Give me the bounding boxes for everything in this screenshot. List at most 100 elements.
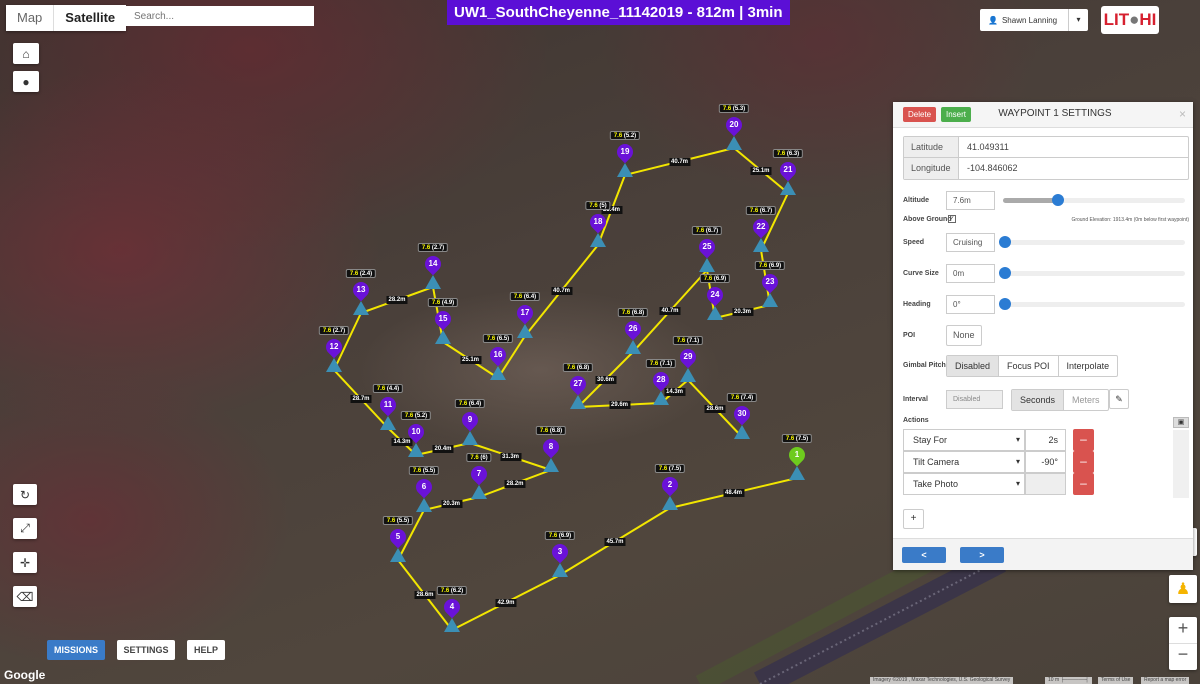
- map-type-satellite[interactable]: Satellite: [54, 5, 126, 31]
- move-button[interactable]: ✛: [13, 552, 37, 573]
- waypoint-ground-height: (5): [597, 203, 607, 209]
- waypoint-altitude-label: 7.6 (6.7): [745, 206, 777, 215]
- settings-button[interactable]: SETTINGS: [117, 640, 175, 660]
- previous-waypoint-button[interactable]: <: [902, 547, 946, 563]
- segment-distance-label: 20.4m: [432, 445, 454, 453]
- action-row: Tilt Camera-90°–: [903, 451, 1094, 473]
- waypoint-altitude-label: 7.6 (7.1): [645, 359, 677, 368]
- waypoint-ground-height: (6): [478, 455, 488, 461]
- waypoint-ground-height: (6.7): [758, 208, 773, 214]
- zoom-in-button[interactable]: +: [1169, 618, 1197, 644]
- scale-label: 10 m: [1048, 677, 1060, 683]
- gimbal-pitch-label: Gimbal Pitch: [903, 362, 946, 369]
- add-action-button[interactable]: +: [903, 509, 924, 529]
- speed-slider[interactable]: [999, 236, 1185, 248]
- interval-seconds-option[interactable]: Seconds: [1012, 390, 1065, 410]
- terms-link[interactable]: Terms of Use: [1098, 677, 1134, 684]
- map-type-map[interactable]: Map: [6, 5, 55, 31]
- drone-icon: [707, 306, 723, 320]
- action-value-input[interactable]: [1025, 473, 1066, 495]
- altitude-slider[interactable]: [1003, 194, 1185, 206]
- drone-icon: [543, 458, 559, 472]
- action-type-select[interactable]: Tilt Camera: [903, 451, 1025, 473]
- heading-slider[interactable]: [999, 298, 1185, 310]
- drone-icon: [462, 431, 478, 445]
- waypoint-altitude-label: 7.6 (2.7): [417, 243, 449, 252]
- gimbal-disabled-option[interactable]: Disabled: [947, 356, 1000, 376]
- interval-meters-option[interactable]: Meters: [1064, 390, 1108, 410]
- rotate-icon: ↻: [19, 487, 31, 502]
- litchi-logo[interactable]: LIT ● HI: [1101, 6, 1159, 34]
- segment-distance-label: 20.3m: [440, 499, 463, 508]
- remove-action-button[interactable]: –: [1073, 473, 1094, 495]
- waypoint-ground-height: (6.4): [467, 401, 482, 407]
- segment-distance-label: 48.4m: [722, 489, 745, 497]
- close-icon[interactable]: ×: [1179, 107, 1186, 121]
- altitude-input[interactable]: 7.6m: [946, 191, 995, 210]
- action-value-input[interactable]: 2s: [1025, 429, 1066, 451]
- altitude-slider-handle[interactable]: [1051, 194, 1064, 206]
- action-type-select[interactable]: Take Photo: [903, 473, 1025, 495]
- waypoint-altitude-label: 7.6 (6.4): [509, 292, 541, 301]
- user-dropdown-caret-icon[interactable]: ▾: [1068, 9, 1088, 31]
- waypoint-number: 17: [520, 308, 530, 317]
- image-icon[interactable]: ▣: [1173, 417, 1189, 428]
- remove-action-button[interactable]: –: [1073, 429, 1094, 451]
- waypoint-altitude-label: 7.6 (6.7): [691, 226, 723, 235]
- zoom-out-button[interactable]: −: [1178, 644, 1189, 670]
- rotate-button[interactable]: ↻: [13, 484, 37, 505]
- drone-icon: [552, 563, 568, 577]
- home-button[interactable]: ⌂: [13, 43, 39, 64]
- action-value-input[interactable]: -90°: [1025, 451, 1066, 473]
- eraser-button[interactable]: ⌫: [13, 586, 37, 607]
- globe-button[interactable]: ●: [13, 71, 39, 92]
- speed-input[interactable]: Cruising: [946, 233, 995, 252]
- curve-size-input[interactable]: 0m: [946, 264, 995, 283]
- zoom-control: + −: [1169, 617, 1197, 670]
- drone-icon: [570, 395, 586, 409]
- waypoint-number: 2: [667, 480, 673, 489]
- search-input[interactable]: [126, 6, 314, 26]
- waypoint-altitude-label: 7.6 (7.1): [672, 336, 704, 345]
- drone-icon: [625, 340, 641, 354]
- pegman-button[interactable]: ♟: [1169, 575, 1197, 603]
- curve-size-slider[interactable]: [999, 267, 1185, 279]
- heading-input[interactable]: 0°: [946, 295, 995, 314]
- waypoint-ground-height: (6.8): [575, 365, 590, 371]
- drone-icon: [762, 293, 778, 307]
- edit-interval-button[interactable]: ✎: [1109, 389, 1129, 409]
- map-type-toggle: Map Satellite: [6, 5, 127, 31]
- waypoint-altitude-label: 7.6 (4.4): [372, 384, 404, 393]
- latitude-label: Latitude: [904, 137, 959, 157]
- report-map-error-link[interactable]: Report a map error: [1141, 677, 1190, 684]
- actions-scrollbar[interactable]: [1173, 430, 1189, 498]
- gimbal-interpolate-option[interactable]: Interpolate: [1059, 356, 1118, 376]
- waypoint-number: 20: [729, 120, 739, 129]
- segment-distance-label: 45.7m: [604, 537, 626, 546]
- help-button[interactable]: HELP: [187, 640, 225, 660]
- speed-slider-handle[interactable]: [999, 236, 1011, 248]
- remove-action-button[interactable]: –: [1073, 451, 1094, 473]
- waypoint-altitude-label: 7.6 (7.5): [654, 464, 686, 473]
- action-type-select[interactable]: Stay For: [903, 429, 1025, 451]
- expand-button[interactable]: ⤢: [13, 518, 37, 539]
- interval-input[interactable]: Disabled: [946, 390, 1003, 409]
- user-menu[interactable]: 👤 Shawn Lanning ▾: [980, 9, 1088, 31]
- latitude-input[interactable]: 41.049311: [959, 137, 1009, 157]
- waypoint-ground-height: (5.2): [622, 133, 637, 139]
- curve-size-slider-handle[interactable]: [999, 267, 1011, 279]
- waypoint-altitude-label: 7.6 (2.7): [318, 326, 350, 335]
- gimbal-focus-poi-option[interactable]: Focus POI: [999, 356, 1059, 376]
- panel-title: WAYPOINT 1 SETTINGS: [998, 108, 1112, 119]
- poi-button[interactable]: None: [946, 325, 982, 346]
- drone-icon: [753, 238, 769, 252]
- heading-slider-handle[interactable]: [999, 298, 1011, 310]
- longitude-input[interactable]: -104.846062: [959, 158, 1018, 179]
- waypoint-ground-height: (7.1): [685, 338, 700, 344]
- waypoint-number: 21: [783, 165, 793, 174]
- missions-button[interactable]: MISSIONS: [47, 640, 105, 660]
- waypoint-number: 11: [383, 400, 393, 409]
- waypoint-altitude-label: 7.6 (6.8): [617, 308, 649, 317]
- above-ground-checkbox[interactable]: ✓: [948, 215, 956, 223]
- next-waypoint-button[interactable]: >: [960, 547, 1004, 563]
